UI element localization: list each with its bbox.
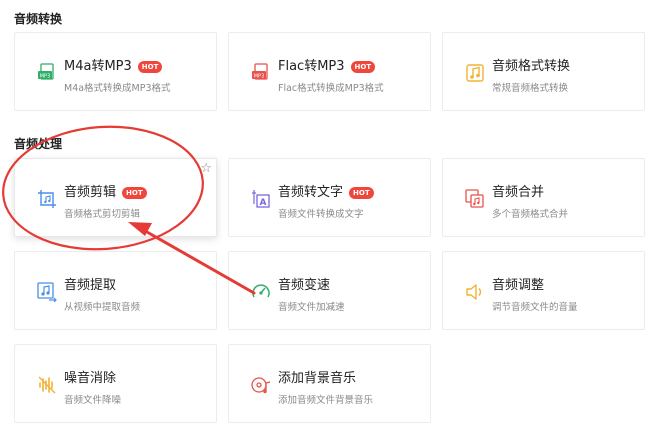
section-title-audio-process: 音频处理 <box>14 137 63 151</box>
card-desc: M4a格式转换成MP3格式 <box>64 83 171 94</box>
card-title: Flac转MP3 <box>278 59 345 74</box>
card-desc: 多个音频格式合并 <box>492 209 569 220</box>
card-title: 音频调整 <box>492 278 545 293</box>
svg-text:A: A <box>260 198 267 208</box>
card-add-bgm[interactable]: 添加背景音乐 添加音频文件背景音乐 <box>228 344 431 423</box>
volume-adjust-icon <box>465 282 485 302</box>
card-desc: 音频文件加减速 <box>278 302 345 313</box>
svg-text:MP3: MP3 <box>254 73 265 79</box>
add-bgm-icon <box>251 375 271 395</box>
card-desc: 添加音频文件背景音乐 <box>278 395 374 406</box>
svg-text:MP3: MP3 <box>40 73 51 79</box>
card-title: 音频转文字 <box>278 185 344 200</box>
card-audio-speed[interactable]: 音频变速 音频文件加减速 <box>228 251 431 330</box>
card-audio-extract[interactable]: 音频提取 从视频中提取音频 <box>14 251 217 330</box>
card-audio-to-text[interactable]: A 音频转文字 HOT 音频文件转换成文字 <box>228 158 431 237</box>
hot-badge: HOT <box>349 187 374 199</box>
card-title: 噪音消除 <box>64 371 117 386</box>
card-title: 音频格式转换 <box>492 59 571 74</box>
audio-speed-icon <box>251 282 271 302</box>
card-desc: 调节音频文件的音量 <box>492 302 578 313</box>
card-title: 音频剪辑 <box>64 185 117 200</box>
audio-cut-icon <box>37 189 57 209</box>
card-title: M4a转MP3 <box>64 59 132 74</box>
card-desc: 音频格式剪切剪辑 <box>64 209 141 220</box>
m4a-to-mp3-icon: MP3 <box>37 63 57 83</box>
card-desc: 音频文件转换成文字 <box>278 209 364 220</box>
card-title: 音频提取 <box>64 278 117 293</box>
card-volume-adjust[interactable]: 音频调整 调节音频文件的音量 <box>442 251 645 330</box>
card-desc: Flac格式转换成MP3格式 <box>278 83 384 94</box>
audio-merge-icon <box>465 189 485 209</box>
card-noise-reduce[interactable]: 噪音消除 音频文件降噪 <box>14 344 217 423</box>
section-title-audio-convert: 音频转换 <box>14 12 63 26</box>
hot-badge: HOT <box>350 61 376 73</box>
audio-format-convert-icon <box>465 63 485 83</box>
card-desc: 从视频中提取音频 <box>64 302 141 313</box>
card-audio-format-convert[interactable]: 音频格式转换 常规音频格式转换 <box>442 32 645 111</box>
flac-to-mp3-icon: MP3 <box>251 63 271 83</box>
card-flac-to-mp3[interactable]: MP3 Flac转MP3 HOT Flac格式转换成MP3格式 <box>228 32 431 111</box>
audio-to-text-icon: A <box>251 189 271 209</box>
noise-reduce-icon <box>37 375 57 395</box>
card-desc: 音频文件降噪 <box>64 395 122 406</box>
hot-badge: HOT <box>122 187 147 199</box>
hot-badge: HOT <box>137 61 163 73</box>
card-desc: 常规音频格式转换 <box>492 83 569 94</box>
card-title: 音频变速 <box>278 278 331 293</box>
card-audio-cut[interactable]: 音频剪辑 HOT 音频格式剪切剪辑 ☆ <box>14 158 217 237</box>
card-title: 音频合并 <box>492 185 545 200</box>
audio-extract-icon <box>37 282 57 302</box>
card-audio-merge[interactable]: 音频合并 多个音频格式合并 <box>442 158 645 237</box>
card-m4a-to-mp3[interactable]: MP3 M4a转MP3 HOT M4a格式转换成MP3格式 <box>14 32 217 111</box>
card-title: 添加背景音乐 <box>278 371 357 386</box>
star-icon[interactable]: ☆ <box>200 161 212 176</box>
